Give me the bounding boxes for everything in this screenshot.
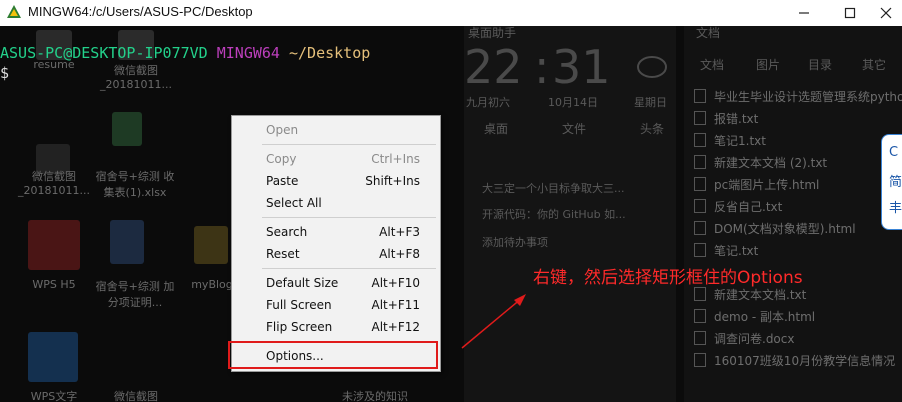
widget-tab[interactable]: 头条 xyxy=(640,120,664,137)
menu-item-paste[interactable]: Paste Shift+Ins xyxy=(232,171,440,191)
terminal-area[interactable]: resume 微信截图 _201810​11... 微信截图 _201810​1… xyxy=(0,26,902,402)
word-file-icon xyxy=(110,220,144,264)
menu-separator xyxy=(262,144,436,145)
widget-tab[interactable]: 桌面 xyxy=(484,120,508,137)
desktop-icon-label: WPS文字 xyxy=(30,390,78,402)
desktop-icon-label: 宿舍号+综测 加分项证明... xyxy=(95,280,175,309)
date: 10月14日 xyxy=(548,96,598,109)
mingw-app-icon xyxy=(7,5,21,18)
file-tab[interactable]: 图片 xyxy=(756,56,780,73)
file-item[interactable]: 笔记.txt xyxy=(694,242,758,259)
file-icon xyxy=(694,221,706,235)
file-item[interactable]: 报错.txt xyxy=(694,110,758,127)
menu-item-select-all[interactable]: Select All xyxy=(232,193,440,213)
folder-icon xyxy=(194,226,228,264)
file-item[interactable]: demo - 副本.html xyxy=(694,308,815,325)
bubble-line: 简 xyxy=(889,175,902,190)
file-item[interactable]: 新建文本文档.txt xyxy=(694,286,806,303)
maximize-button[interactable] xyxy=(830,0,870,26)
wps-writer-icon xyxy=(28,332,78,382)
options-highlight-box xyxy=(228,341,438,369)
file-item[interactable]: 反省自己.txt xyxy=(694,198,782,215)
menu-item-open[interactable]: Open xyxy=(232,120,440,140)
task-item[interactable]: 大三定一个小目标争取大三... xyxy=(482,180,625,196)
minimize-button[interactable] xyxy=(784,0,824,26)
excel-file-icon xyxy=(112,112,142,146)
desktop-icon-label: 宿舍号+综测 收集表(1).xlsx xyxy=(95,170,175,199)
file-icon xyxy=(694,331,706,345)
annotation-arrow-icon xyxy=(461,294,526,349)
file-item[interactable]: 毕业生毕业设计选题管理系统python xyxy=(694,88,902,105)
close-icon xyxy=(880,7,892,19)
file-icon xyxy=(694,155,706,169)
file-item[interactable]: 160107班级10月份教学信息情况 xyxy=(694,352,895,369)
file-icon xyxy=(694,199,706,213)
task-item[interactable]: 开源代码：你的 GitHub 如... xyxy=(482,206,626,222)
prompt-user-host: ASUS-PC@DESKTOP-IP077VD xyxy=(0,44,208,62)
desktop-icon-label: 微信截图 _201810​11... xyxy=(100,64,172,91)
file-icon xyxy=(694,287,706,301)
menu-item-reset[interactable]: Reset Alt+F8 xyxy=(232,244,440,264)
clock-minute: 31 xyxy=(552,40,611,94)
menu-item-full-screen[interactable]: Full Screen Alt+F11 xyxy=(232,295,440,315)
add-task-item[interactable]: 添加待办事项 xyxy=(482,234,548,250)
file-item[interactable]: 调查问卷.docx xyxy=(694,330,794,347)
close-button[interactable] xyxy=(866,0,902,26)
wps-h5-icon xyxy=(28,220,80,270)
file-item[interactable]: pc端图片上传.html xyxy=(694,176,819,193)
desktop-icon-label: 微信截图 xyxy=(114,390,158,402)
file-icon xyxy=(694,89,706,103)
menu-item-flip-screen[interactable]: Flip Screen Alt+F12 xyxy=(232,317,440,337)
menu-item-search[interactable]: Search Alt+F3 xyxy=(232,222,440,242)
file-icon xyxy=(694,309,706,323)
context-menu: Open Copy Ctrl+Ins Paste Shift+Ins Select … xyxy=(231,115,441,372)
file-panel-header: 文档 xyxy=(696,26,721,40)
file-icon xyxy=(694,111,706,125)
menu-separator xyxy=(262,268,436,269)
bubble-line: 丰 xyxy=(889,201,902,216)
file-tab[interactable]: 其它 xyxy=(862,56,886,73)
side-tooltip-bubble: C 简 丰 xyxy=(881,134,902,230)
file-item[interactable]: DOM(文档对象模型).html xyxy=(694,220,856,237)
menu-separator xyxy=(262,217,436,218)
lunar-date: 九月初六 xyxy=(466,96,510,109)
file-item[interactable]: 笔记1.txt xyxy=(694,132,766,149)
desktop-icon-label: WPS H5 xyxy=(32,278,76,291)
prompt-system: MINGW64 xyxy=(216,44,280,62)
annotation-text: 右键，然后选择矩形框住的Options xyxy=(533,268,803,288)
file-icon xyxy=(694,243,706,257)
file-item[interactable]: 新建文本文档 (2).txt xyxy=(694,154,827,171)
window-title: MINGW64:/c/Users/ASUS-PC/Desktop xyxy=(28,4,253,19)
terminal-prompt: ASUS-PC@DESKTOP-IP077VD MINGW64 ~/Deskto… xyxy=(0,44,370,62)
title-bar: MINGW64:/c/Users/ASUS-PC/Desktop xyxy=(0,0,902,26)
weather-icon xyxy=(637,56,667,78)
file-icon xyxy=(694,353,706,367)
prompt-symbol: $ xyxy=(0,64,10,82)
file-tab[interactable]: 目录 xyxy=(808,56,832,73)
prompt-path: ~/Desktop xyxy=(289,44,371,62)
file-icon xyxy=(694,177,706,191)
weekday: 星期日 xyxy=(634,96,667,109)
maximize-icon xyxy=(844,7,856,19)
widget-tab[interactable]: 文件 xyxy=(562,120,586,137)
menu-item-default-size[interactable]: Default Size Alt+F10 xyxy=(232,273,440,293)
bubble-line: C xyxy=(889,145,899,160)
file-panel: 文档 文档 图片 目录 其它 毕业生毕业设计选题管理系统python 报错.tx… xyxy=(684,26,902,402)
minimize-icon xyxy=(799,12,809,14)
widget-header: 桌面助手 xyxy=(468,26,517,40)
clock-hour: 22 xyxy=(464,40,523,94)
file-tab[interactable]: 文档 xyxy=(700,56,724,73)
menu-item-copy[interactable]: Copy Ctrl+Ins xyxy=(232,149,440,169)
desktop-icon-label: 未涉及的知识 xyxy=(342,390,408,402)
desktop-icon-label: 微信截图 _201810​11... xyxy=(18,170,90,197)
file-icon xyxy=(694,133,706,147)
